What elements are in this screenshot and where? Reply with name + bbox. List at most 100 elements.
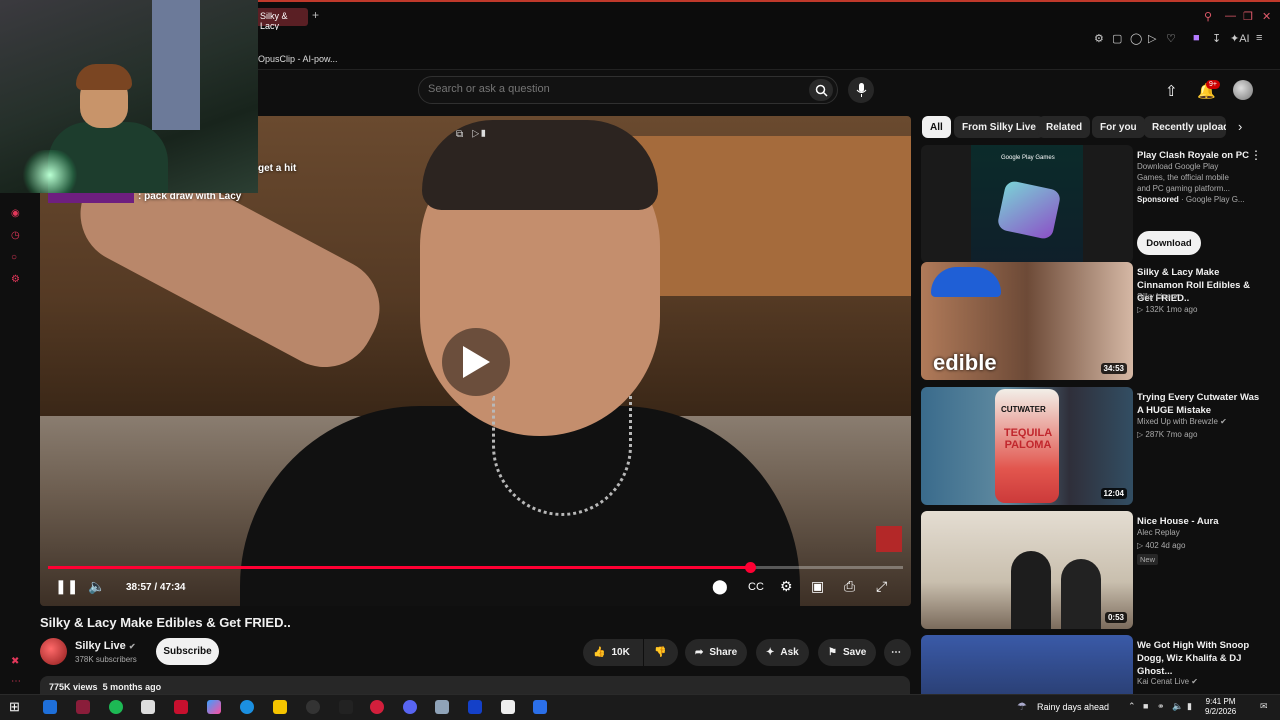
chip-all[interactable]: All [922,116,951,138]
rec-title[interactable]: We Got High With Snoop Dogg, Wiz Khalifa… [1137,639,1261,678]
search-icon[interactable]: ⚲ [1204,10,1212,23]
search-box[interactable] [418,76,838,104]
recommended-video[interactable]: We Got High With Snoop Dogg, Wiz Khalifa… [921,635,1266,694]
fullscreen-icon[interactable]: ⤢ [876,578,887,595]
chip-for-you[interactable]: For you [1092,116,1145,138]
rec-channel[interactable]: Mixed Up with Brewzle ✔ [1137,417,1227,426]
recommended-video[interactable]: 0:53 Nice House - Aura Alec Replay ▷ 402… [921,511,1266,631]
battery-icon[interactable]: ▮ [1187,701,1192,712]
miniplayer-icon[interactable]: ▣ [811,578,824,595]
ad-thumbnail[interactable]: Google Play Games [921,145,1133,263]
chevron-right-icon[interactable]: › [1238,119,1242,134]
windows-start-icon[interactable]: ⊞ [9,699,20,715]
shield-icon[interactable]: ◯ [1130,32,1142,45]
clock[interactable]: 9:41 PM 9/2/2026 [1205,697,1236,717]
captions-icon[interactable]: CC [748,581,764,593]
screenshot-icon[interactable]: ▢ [1112,32,1122,45]
chip-from-channel[interactable]: From Silky Live [954,116,1044,138]
pause-icon[interactable]: ❚❚ [55,578,78,595]
taskbar-app-icon[interactable] [306,700,320,714]
taskbar-app-icon[interactable] [435,700,449,714]
taskbar-app-icon[interactable] [339,700,353,714]
channel-avatar[interactable] [40,638,67,665]
taskbar-app-icon[interactable] [174,700,188,714]
subscribe-button[interactable]: Subscribe [156,638,219,665]
description-box[interactable]: 775K views 5 months ago [40,676,910,694]
close-icon[interactable]: ✕ [1262,10,1271,23]
tray-chevron-icon[interactable]: ⌃ [1128,701,1136,712]
taskbar-app-icon[interactable] [468,700,482,714]
rail-settings-icon[interactable]: ⚙ [11,274,20,285]
rec-title[interactable]: Trying Every Cutwater Was A HUGE Mistake [1137,391,1261,417]
download-icon[interactable]: ↧ [1212,32,1221,45]
chip-related[interactable]: Related [1038,116,1091,138]
tray-icon[interactable]: ■ [1143,701,1148,711]
wifi-icon[interactable]: ⚭ [1157,701,1165,712]
volume-icon[interactable]: 🔈 [1172,701,1183,712]
rec-channel[interactable]: Alec Replay [1137,528,1180,537]
account-avatar[interactable] [1233,80,1253,100]
play-icon[interactable]: ▷ [1148,32,1156,45]
video-thumbnail[interactable]: edible 34:53 [921,262,1133,380]
rec-channel[interactable]: Kai Cenat Live ✔ [1137,677,1198,686]
rail-extra-icon[interactable]: ✖ [11,656,19,667]
big-play-button[interactable] [442,328,510,396]
video-thumbnail[interactable]: CUTWATER TEQUILA PALOMA 12:04 [921,387,1133,505]
heart-icon[interactable]: ♡ [1166,32,1176,45]
like-button[interactable]: 👍 10K [583,639,643,666]
video-thumbnail[interactable]: 0:53 [921,511,1133,629]
upload-icon[interactable]: ⇧ [1165,82,1178,100]
weather-text[interactable]: Rainy days ahead [1037,702,1109,712]
recommended-video[interactable]: edible 34:53 Silky & Lacy Make Cinnamon … [921,262,1266,382]
weather-icon[interactable]: ☂ [1017,700,1027,713]
menu-icon[interactable]: ≡ [1256,32,1262,44]
file-explorer-icon[interactable] [273,700,287,714]
new-tab-button[interactable]: + [312,8,319,22]
taskbar-app-icon[interactable] [43,700,57,714]
restore-icon[interactable]: ❐ [1243,10,1253,23]
edge-icon[interactable] [240,700,254,714]
voice-search-button[interactable] [848,77,874,103]
more-actions-button[interactable]: ⋯ [884,639,911,666]
minimize-icon[interactable]: — [1225,10,1236,22]
chip-recently-uploaded[interactable]: Recently uploaded [1144,116,1226,138]
taskbar-app-icon[interactable] [501,700,515,714]
channel-name[interactable]: Silky Live ✔ [75,640,136,652]
recommended-video[interactable]: CUTWATER TEQUILA PALOMA 12:04 Trying Eve… [921,387,1266,507]
search-button[interactable] [809,79,833,101]
autoplay-toggle[interactable]: ⬤ [712,578,728,595]
search-input[interactable] [428,83,798,95]
rec-channel[interactable]: Silky Live ✔ [1137,292,1180,301]
taskbar-app-icon[interactable] [403,700,417,714]
share-button[interactable]: ➦ Share [685,639,748,666]
rec-title[interactable]: Nice House - Aura [1137,515,1261,528]
dislike-button[interactable]: 👎 [644,639,678,666]
extension-icon[interactable]: ⚙ [1094,32,1104,45]
browser-tab[interactable]: Silky & Lacy Make E [254,8,308,41]
video-thumbnail[interactable] [921,635,1133,694]
taskbar-app-icon[interactable] [76,700,90,714]
cast-icon[interactable]: ⎙ [844,578,855,595]
settings-icon[interactable]: ⚙ [780,578,793,595]
profile-icon[interactable]: ■ [1193,32,1200,44]
ad-item[interactable]: Google Play Games Play Clash Royale on P… [921,145,1266,265]
rail-chat-icon[interactable]: ○ [11,252,17,263]
save-button[interactable]: ⚑ Save [818,639,877,666]
ai-icon[interactable]: ✦AI [1230,32,1250,45]
spotify-icon[interactable] [109,700,123,714]
taskbar-app-icon[interactable] [370,700,384,714]
taskbar-app-icon[interactable] [207,700,221,714]
notification-center-icon[interactable]: ✉ [1260,701,1268,712]
taskbar-app-icon[interactable] [141,700,155,714]
rail-more-icon[interactable]: ⋯ [11,676,21,687]
bookmark-opusclip[interactable]: OpusClip - AI-pow... [258,54,338,64]
volume-icon[interactable]: 🔈 [88,578,105,595]
taskbar-app-icon[interactable] [533,700,547,714]
miniplayer-icon[interactable]: ⧉ ▷▮ [456,129,487,140]
progress-scrubber[interactable] [745,562,756,573]
download-button[interactable]: Download [1137,231,1201,255]
rail-clip-icon[interactable]: ◉ [11,208,20,219]
ask-button[interactable]: ✦ Ask [756,639,809,666]
rail-history-icon[interactable]: ◷ [11,230,20,241]
more-icon[interactable]: ⋮ [1250,148,1262,162]
